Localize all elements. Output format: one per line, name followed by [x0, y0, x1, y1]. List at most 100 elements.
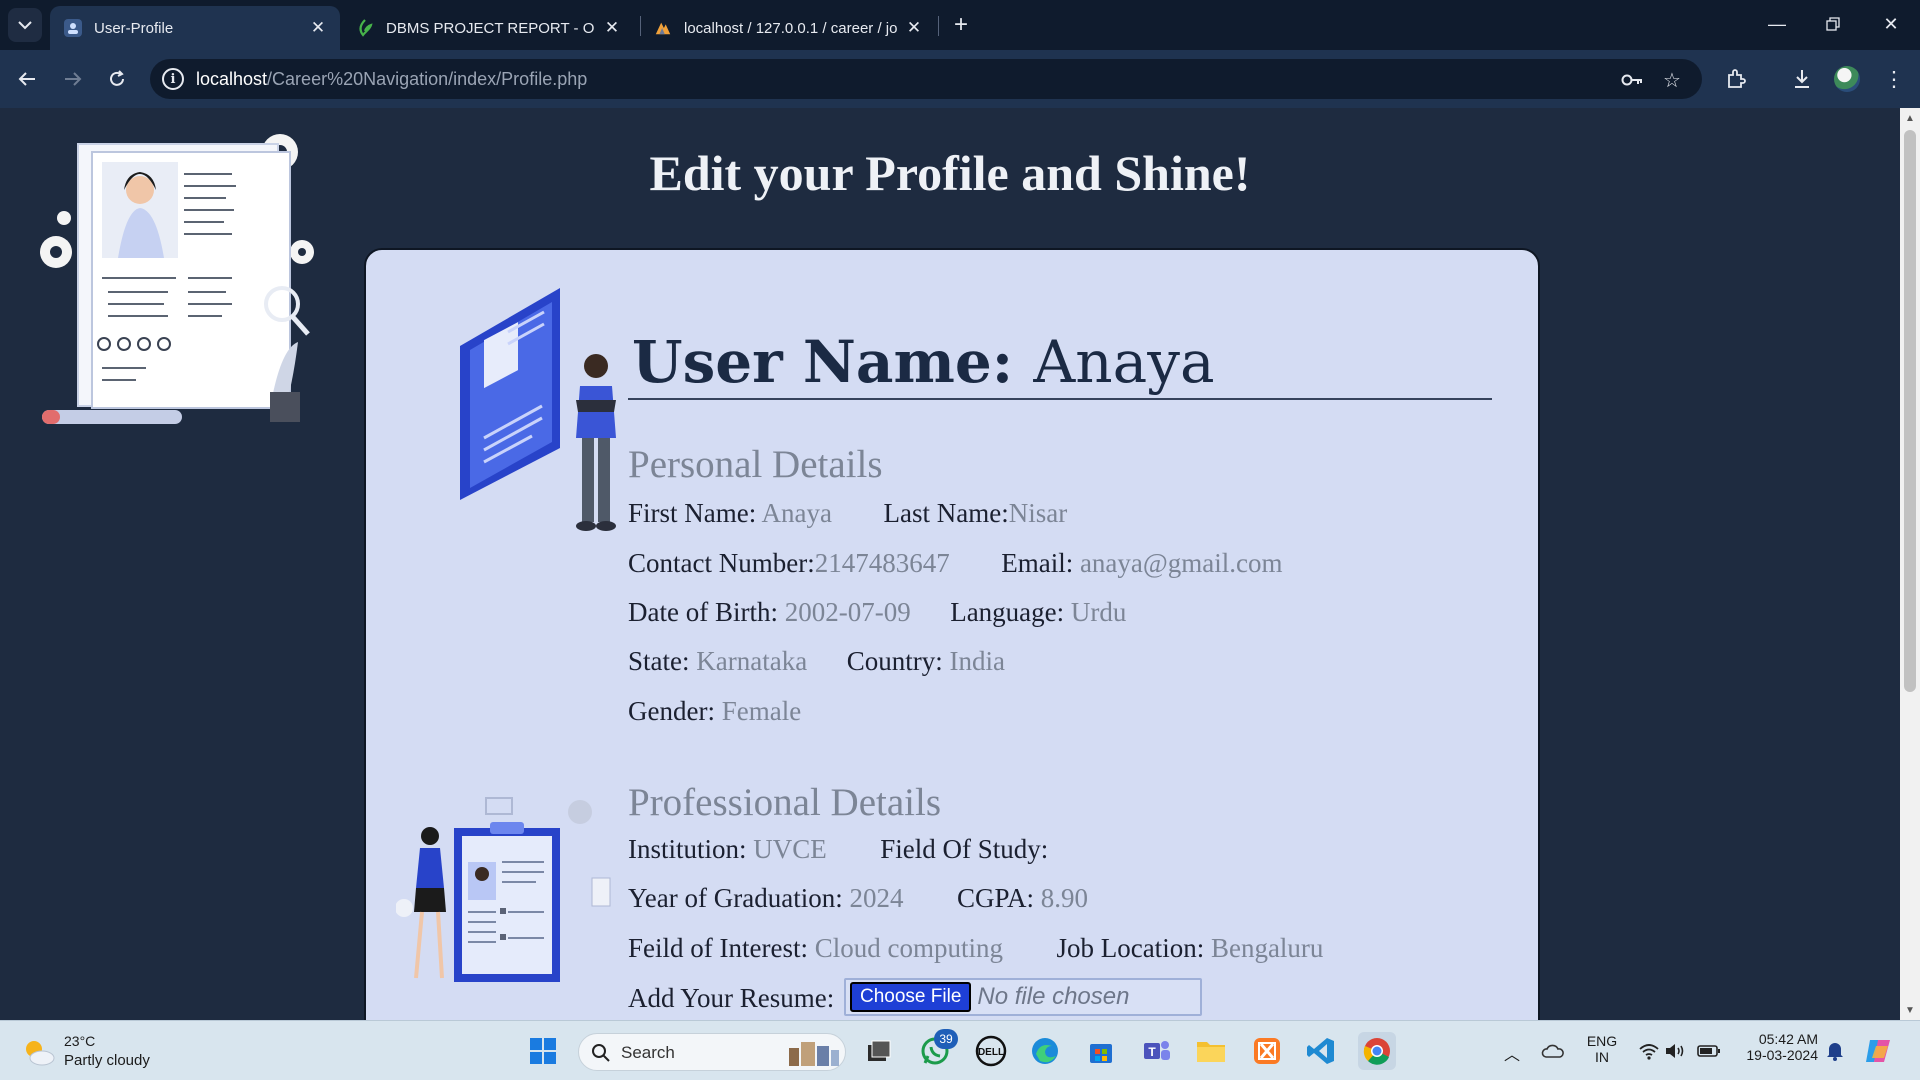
- copilot-icon[interactable]: [1860, 1032, 1898, 1070]
- dob-value: 2002-07-09: [784, 597, 911, 627]
- onedrive-icon[interactable]: [1534, 1032, 1572, 1070]
- contact-row: Contact Number:2147483647 Email: anaya@g…: [628, 548, 1283, 578]
- tab-search-button[interactable]: [8, 8, 42, 42]
- search-icon: [592, 1044, 610, 1062]
- windows-taskbar: 23°C Partly cloudy Search 39 DELL T ︿ EN…: [0, 1020, 1920, 1080]
- weather-condition: Partly cloudy: [64, 1052, 150, 1069]
- password-key-icon[interactable]: [1620, 68, 1644, 92]
- choose-file-button[interactable]: Choose File: [850, 982, 972, 1012]
- minimize-button[interactable]: —: [1752, 6, 1802, 42]
- username-divider: [628, 398, 1492, 400]
- weather-widget[interactable]: 23°C Partly cloudy: [18, 1031, 178, 1071]
- battery-icon[interactable]: [1690, 1032, 1728, 1070]
- username-heading: User Name: Anaya: [632, 328, 1215, 396]
- arrow-right-icon: [65, 72, 82, 86]
- restore-button[interactable]: [1808, 6, 1858, 42]
- close-icon[interactable]: ✕: [308, 18, 328, 38]
- job-location-value: Bengaluru: [1210, 933, 1324, 963]
- username-value: Anaya: [1033, 328, 1215, 396]
- tab-separator: [938, 16, 939, 36]
- clipboard-illustration-icon: [396, 797, 611, 982]
- username-label: User Name:: [632, 328, 1014, 396]
- reload-icon: [110, 70, 124, 86]
- state-value: Karnataka: [696, 646, 808, 676]
- close-icon[interactable]: ✕: [904, 18, 924, 38]
- resume-file-input[interactable]: Choose File No file chosen: [844, 978, 1202, 1016]
- name-row: First Name: Anaya Last Name:Nisar: [628, 498, 1068, 528]
- tray-chevron-icon[interactable]: ︿: [1504, 1041, 1520, 1065]
- vertical-scrollbar[interactable]: ▲ ▼: [1900, 108, 1920, 1020]
- svg-text:T: T: [1148, 1045, 1156, 1059]
- chevron-down-icon: [18, 21, 32, 30]
- resume-label: Add Your Resume:: [628, 983, 835, 1013]
- clock[interactable]: 05:42 AM 19-03-2024: [1728, 1031, 1818, 1063]
- scroll-down-icon[interactable]: ▼: [1904, 1004, 1916, 1016]
- email-value: anaya@gmail.com: [1079, 548, 1283, 578]
- file-explorer-icon[interactable]: [1192, 1032, 1230, 1070]
- graduation-row: Year of Graduation: 2024 CGPA: 8.90: [628, 883, 1089, 913]
- extensions-icon[interactable]: [1720, 63, 1752, 95]
- scrollbar-thumb[interactable]: [1904, 130, 1916, 692]
- svg-text:DELL: DELL: [978, 1047, 1004, 1058]
- temperature: 23°C: [64, 1033, 96, 1049]
- clock-date: 19-03-2024: [1746, 1047, 1818, 1063]
- gender-value: Female: [721, 696, 802, 726]
- interest-row: Feild of Interest: Cloud computing Job L…: [628, 933, 1324, 963]
- taskbar-search[interactable]: Search: [578, 1033, 846, 1071]
- window-close-button[interactable]: ✕: [1866, 6, 1916, 42]
- profile-data-illustration-icon: [460, 288, 616, 531]
- url-text: localhost/Career%20Navigation/index/Prof…: [196, 69, 588, 89]
- dob-row: Date of Birth: 2002-07-09 Language: Urdu: [628, 597, 1127, 627]
- chrome-icon[interactable]: [1358, 1032, 1396, 1070]
- tab-user-profile[interactable]: User-Profile ✕: [50, 6, 340, 50]
- overleaf-favicon-icon: [356, 19, 374, 37]
- windows-logo-icon: [530, 1038, 556, 1064]
- teams-icon[interactable]: T: [1138, 1032, 1176, 1070]
- tab-strip: User-Profile ✕ DBMS PROJECT REPORT - Onl…: [0, 0, 1920, 50]
- institution-row: Institution: UVCE Field Of Study:: [628, 834, 1049, 864]
- volume-icon[interactable]: [1656, 1032, 1694, 1070]
- reload-button[interactable]: [100, 62, 134, 96]
- menu-dots-icon[interactable]: ⋮: [1878, 63, 1910, 95]
- scroll-up-icon[interactable]: ▲: [1904, 112, 1916, 124]
- state-row: State: Karnataka Country: India: [628, 646, 1005, 676]
- language-value: Urdu: [1070, 597, 1127, 627]
- graduation-year-value: 2024: [849, 883, 904, 913]
- tab-title: User-Profile: [94, 19, 174, 37]
- gender-row: Gender: Female: [628, 696, 802, 726]
- edge-icon[interactable]: [1026, 1032, 1064, 1070]
- vscode-icon[interactable]: [1302, 1032, 1340, 1070]
- profile-avatar[interactable]: [1834, 66, 1860, 92]
- no-file-text: No file chosen: [977, 983, 1130, 1010]
- close-icon[interactable]: ✕: [602, 18, 622, 38]
- profile-card: User Name: Anaya Personal Details First …: [364, 248, 1540, 1020]
- bookmark-star-icon[interactable]: ☆: [1660, 68, 1684, 92]
- site-info-icon[interactable]: i: [162, 68, 184, 90]
- contact-value: 2147483647: [814, 548, 950, 578]
- store-icon[interactable]: [1082, 1032, 1120, 1070]
- language-indicator[interactable]: ENG IN: [1584, 1033, 1620, 1065]
- interest-value: Cloud computing: [814, 933, 1003, 963]
- download-icon[interactable]: [1786, 63, 1818, 95]
- profile-favicon-icon: [64, 19, 82, 37]
- partly-cloudy-icon: [26, 1041, 55, 1066]
- tab-title: DBMS PROJECT REPORT - Online: [386, 19, 594, 37]
- xampp-icon[interactable]: [1248, 1032, 1286, 1070]
- first-name-value: Anaya: [761, 498, 832, 528]
- personal-details-title: Personal Details: [628, 443, 883, 486]
- back-button[interactable]: [10, 62, 44, 96]
- start-button[interactable]: [524, 1032, 562, 1070]
- page-title: Edit your Profile and Shine!: [649, 145, 1251, 201]
- forward-button[interactable]: [56, 62, 90, 96]
- search-highlight-icon: [789, 1042, 839, 1066]
- region-code: IN: [1595, 1049, 1609, 1065]
- tab-dbms-report[interactable]: DBMS PROJECT REPORT - Online ✕: [342, 6, 634, 50]
- tab-phpmyadmin[interactable]: localhost / 127.0.0.1 / career / jo ✕: [640, 6, 936, 50]
- dell-icon[interactable]: DELL: [972, 1032, 1010, 1070]
- phpmyadmin-favicon-icon: [654, 19, 672, 37]
- new-tab-button[interactable]: +: [948, 11, 974, 38]
- address-bar[interactable]: i localhost/Career%20Navigation/index/Pr…: [150, 59, 1702, 99]
- notification-bell-icon[interactable]: [1816, 1032, 1854, 1070]
- page-content: Edit your Profile and Shine! User Name: …: [0, 108, 1900, 1020]
- task-view-icon[interactable]: [860, 1032, 898, 1070]
